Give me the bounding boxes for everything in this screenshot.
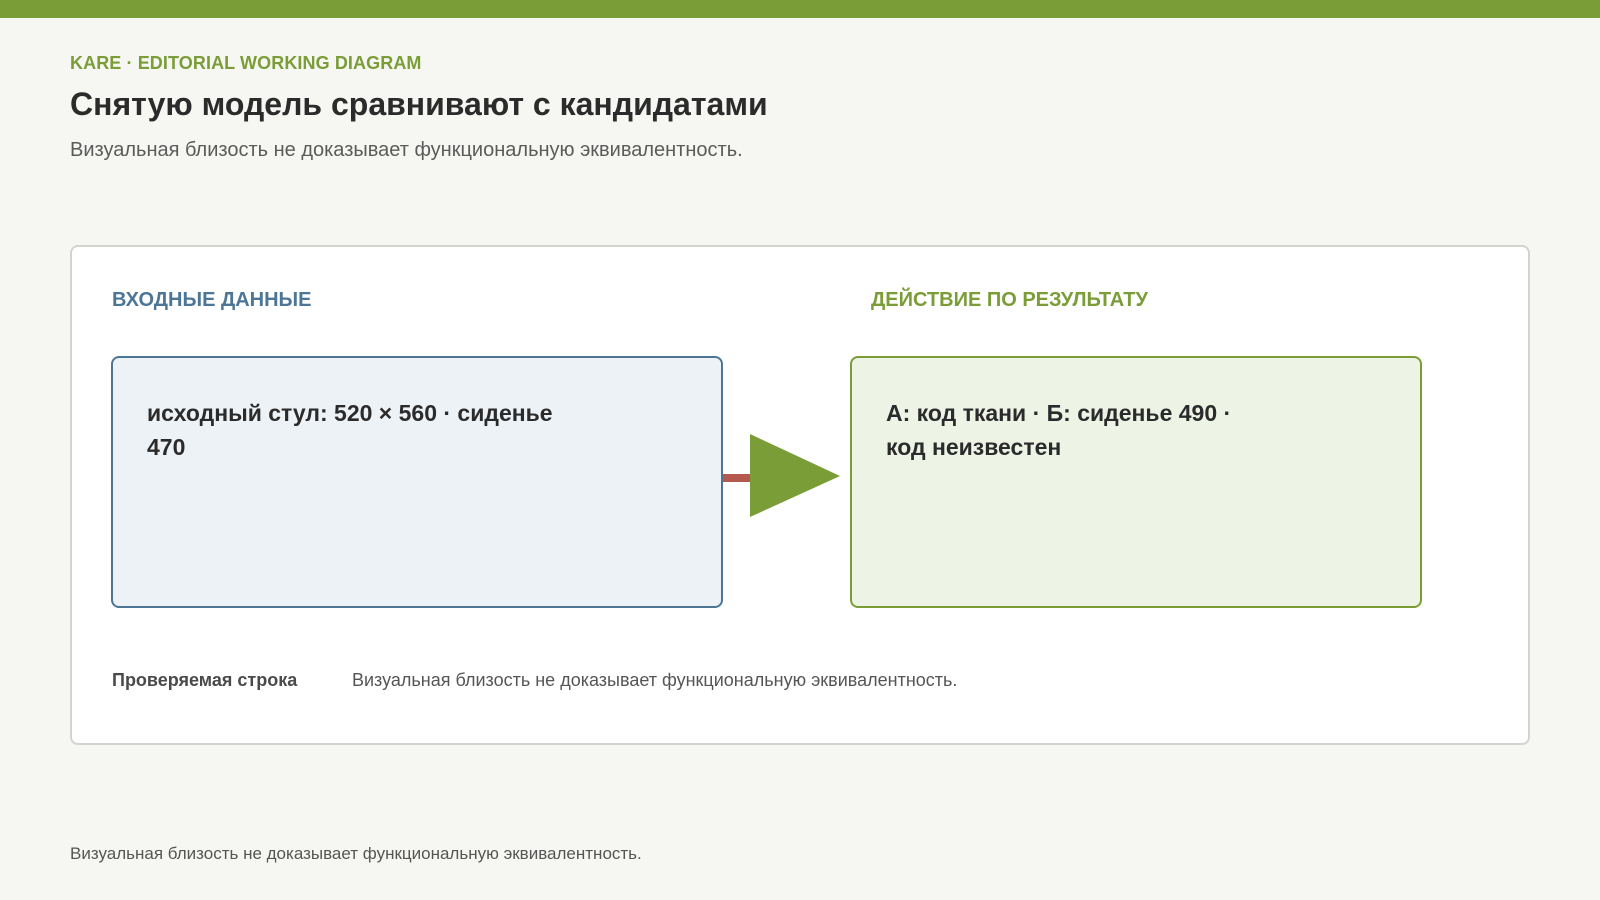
flow-arrow-head bbox=[750, 434, 840, 517]
top-accent-bar bbox=[0, 0, 1600, 18]
action-box-text: А: код ткани · Б: сиденье 490 · код неиз… bbox=[886, 400, 1232, 460]
footer-note: Визуальная близость не доказывает функци… bbox=[70, 844, 642, 863]
eyebrow-label: KARE · EDITORIAL WORKING DIAGRAM bbox=[70, 53, 422, 73]
flow-arrow-shaft bbox=[723, 474, 753, 482]
action-box: А: код ткани · Б: сиденье 490 · код неиз… bbox=[850, 356, 1422, 608]
flow-arrow bbox=[723, 434, 840, 517]
input-column-label: ВХОДНЫЕ ДАННЫЕ bbox=[112, 289, 312, 311]
page-title: Снятую модель сравнивают с кандидатами bbox=[70, 86, 768, 122]
check-row-label: Проверяемая строка bbox=[112, 670, 298, 690]
check-row-text: Визуальная близость не доказывает функци… bbox=[352, 670, 958, 690]
input-box: исходный стул: 520 × 560 · сиденье 470 bbox=[111, 356, 723, 608]
diagram-card: ВХОДНЫЕ ДАННЫЕ ДЕЙСТВИЕ ПО РЕЗУЛЬТАТУ ис… bbox=[70, 245, 1530, 745]
page-subtitle: Визуальная близость не доказывает функци… bbox=[70, 139, 743, 161]
action-column-label: ДЕЙСТВИЕ ПО РЕЗУЛЬТАТУ bbox=[871, 289, 1148, 311]
input-box-text: исходный стул: 520 × 560 · сиденье 470 bbox=[147, 400, 553, 460]
